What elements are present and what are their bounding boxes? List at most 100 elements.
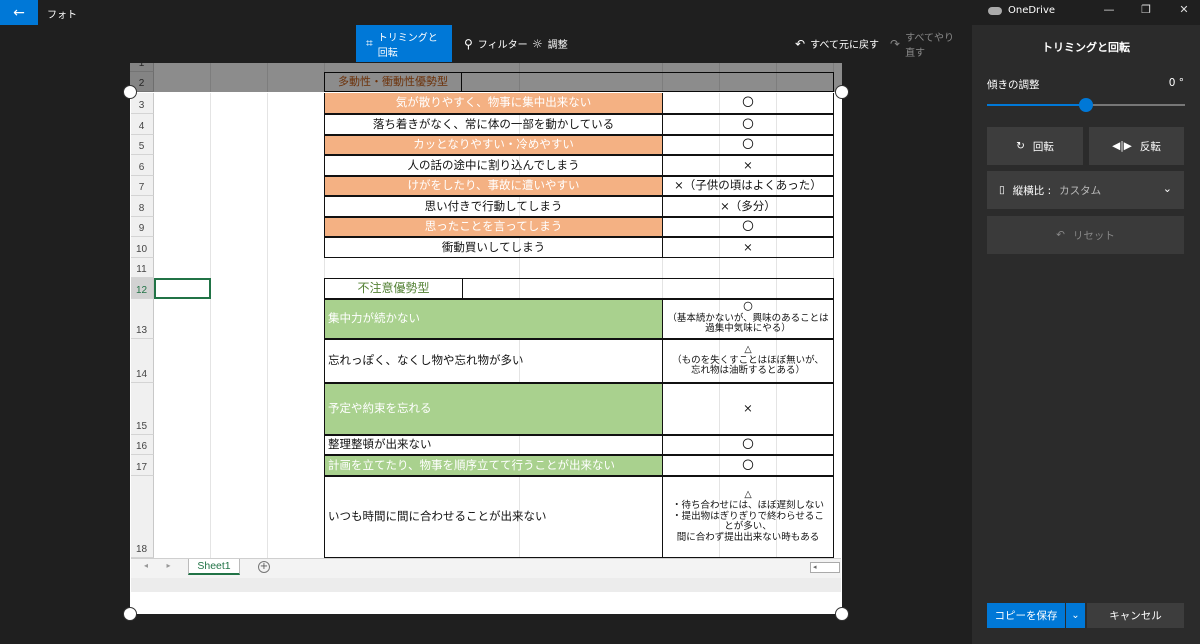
chevron-down-icon: ⌄: [1071, 610, 1080, 621]
answer-cell: 〇 （基本続かないが、興味のあることは 過集中気味にやる）: [662, 299, 834, 339]
row-header[interactable]: 1: [130, 63, 154, 72]
row-header[interactable]: 6: [130, 155, 154, 176]
answer-cell: ×: [662, 237, 834, 258]
tab-crop-rotate[interactable]: ⌗ トリミングと回転: [356, 25, 452, 62]
answer-line: △: [744, 343, 752, 355]
crop-handle-bottom-left[interactable]: [123, 607, 137, 621]
crop-handle-bottom-right[interactable]: [835, 607, 849, 621]
item-cell: カッとなりやすい・冷めやすい: [324, 135, 663, 155]
tab-filters-label: フィルター: [477, 40, 528, 51]
section-header-inattentive: 不注意優勢型: [324, 278, 463, 299]
row-header[interactable]: 13: [130, 299, 154, 339]
answer-line: 〇: [743, 301, 753, 313]
row-header[interactable]: 5: [130, 135, 154, 155]
item-cell: 思ったことを言ってしまう: [324, 217, 663, 237]
answer-cell: ×: [662, 383, 834, 435]
row-header[interactable]: 11: [130, 258, 154, 278]
row-header[interactable]: 16: [130, 435, 154, 455]
answer-cell: 〇: [662, 217, 834, 237]
undo-all-button[interactable]: ↶ すべて元に戻す: [785, 25, 889, 62]
row-header[interactable]: 18: [130, 476, 154, 558]
row-header[interactable]: 8: [130, 196, 154, 217]
item-cell: 思い付きで行動してしまう: [324, 196, 663, 217]
app-title: フォト: [47, 10, 77, 21]
answer-cell: 〇: [662, 455, 834, 476]
item-cell: 予定や約束を忘れる: [324, 383, 663, 435]
edit-toolbar: ⌗ トリミングと回転 ⚲ フィルター ☼ 調整 ↶ すべて元に戻す ↷ すべてや…: [0, 25, 972, 63]
aspect-ratio-icon: ▯: [999, 184, 1005, 196]
flip-label: 反転: [1139, 140, 1161, 153]
brush-icon: ⚲: [464, 36, 473, 51]
save-options-button[interactable]: ⌄: [1066, 603, 1085, 628]
item-cell: 衝動買いしてしまう: [324, 237, 663, 258]
item-cell: けがをしたり、事故に遭いやすい: [324, 176, 663, 196]
cancel-button[interactable]: キャンセル: [1087, 603, 1184, 628]
answer-cell: ×（多分）: [662, 196, 834, 217]
answer-cell: ×: [662, 155, 834, 176]
sheet-tab-bar: ◂ ▸ Sheet1 + ◂: [130, 558, 842, 578]
aspect-ratio-value: カスタム: [1059, 184, 1102, 197]
answer-cell: 〇: [662, 135, 834, 155]
tilt-slider-thumb[interactable]: [1079, 98, 1093, 112]
row-header[interactable]: 10: [130, 237, 154, 258]
aspect-ratio-label: 縦横比 :: [1012, 184, 1052, 197]
crop-rotate-panel: トリミングと回転 傾きの調整 0 ° ↻ 回転 ◀|▶ 反転 ▯ 縦横比 : カ…: [972, 25, 1200, 644]
row-header[interactable]: 4: [130, 114, 154, 135]
section-header-blank: [462, 278, 834, 299]
answer-line: △: [744, 488, 752, 500]
item-cell: 計画を立てたり、物事を順序立てて行うことが出来ない: [324, 455, 663, 476]
tilt-slider-fill: [987, 104, 1086, 106]
chevron-down-icon: ⌄: [1162, 182, 1172, 195]
crop-handle-top-left[interactable]: [123, 85, 137, 99]
flip-button[interactable]: ◀|▶ 反転: [1089, 127, 1184, 165]
save-copy-button[interactable]: コピーを保存: [987, 603, 1065, 628]
row-header[interactable]: 7: [130, 176, 154, 196]
tilt-value: 0 °: [1168, 77, 1184, 89]
row-header[interactable]: 12: [130, 278, 154, 299]
back-arrow-icon: ←: [13, 4, 25, 21]
gridline: [267, 63, 268, 558]
aspect-ratio-dropdown[interactable]: ▯ 縦横比 : カスタム ⌄: [987, 171, 1184, 209]
row-header[interactable]: 9: [130, 217, 154, 237]
tab-crop-rotate-label: トリミングと回転: [377, 32, 438, 59]
crop-handle-top-right[interactable]: [835, 85, 849, 99]
redo-icon: ↷: [890, 36, 901, 51]
rotate-button[interactable]: ↻ 回転: [987, 127, 1083, 165]
selected-cell[interactable]: [154, 278, 211, 299]
section-header-hyperactive: 多動性・衝動性優勢型: [324, 72, 462, 92]
answer-line: ・待ち合わせには、ほぼ遅刻しない: [671, 499, 824, 511]
rotate-label: 回転: [1032, 140, 1054, 153]
crop-icon: ⌗: [366, 36, 373, 50]
sun-icon: ☼: [532, 36, 543, 51]
item-cell: 集中力が続かない: [324, 299, 663, 339]
rotate-icon: ↻: [1016, 140, 1025, 152]
flip-icon: ◀|▶: [1112, 140, 1132, 152]
item-cell: 整理整頓が出来ない: [324, 435, 663, 455]
add-sheet-icon: +: [258, 561, 270, 573]
restore-button[interactable]: ❐: [1136, 3, 1156, 16]
row-header[interactable]: 15: [130, 383, 154, 435]
scrollbar-icon: ◂: [810, 562, 840, 573]
redo-all-button[interactable]: ↷ すべてやり直す: [880, 25, 972, 62]
item-cell: 気が散りやすく、物事に集中出来ない: [324, 92, 663, 114]
tilt-label: 傾きの調整: [987, 79, 1040, 91]
section-header-blank: [461, 72, 834, 92]
item-cell: 落ち着きがなく、常に体の一部を動かしている: [324, 114, 663, 135]
undo-all-label: すべて元に戻す: [810, 40, 879, 51]
answer-line: 間に合わず提出出来ない時もある: [676, 532, 820, 544]
back-button[interactable]: ←: [0, 0, 38, 25]
close-button[interactable]: ✕: [1174, 3, 1194, 16]
spreadsheet-image: 1 2 3 4 5 6 7 8 9 10 11 12 13 14 15 16 1…: [130, 63, 842, 614]
photo-canvas[interactable]: 1 2 3 4 5 6 7 8 9 10 11 12 13 14 15 16 1…: [0, 63, 972, 644]
undo-icon: ↶: [795, 36, 806, 51]
sheet-nav-arrows: ◂ ▸: [144, 561, 179, 570]
onedrive-status[interactable]: OneDrive: [988, 5, 1055, 16]
reset-button[interactable]: ↶ リセット: [987, 216, 1184, 254]
tab-adjust-label: 調整: [547, 40, 568, 51]
title-bar: ← フォト OneDrive — ❐ ✕: [0, 0, 1200, 25]
answer-cell: △ （ものを失くすことはほぼ無いが、 忘れ物は油断するとある）: [662, 339, 834, 383]
row-header[interactable]: 17: [130, 455, 154, 476]
minimize-button[interactable]: —: [1099, 3, 1119, 16]
tab-adjust[interactable]: ☼ 調整: [522, 25, 578, 62]
row-header[interactable]: 14: [130, 339, 154, 383]
